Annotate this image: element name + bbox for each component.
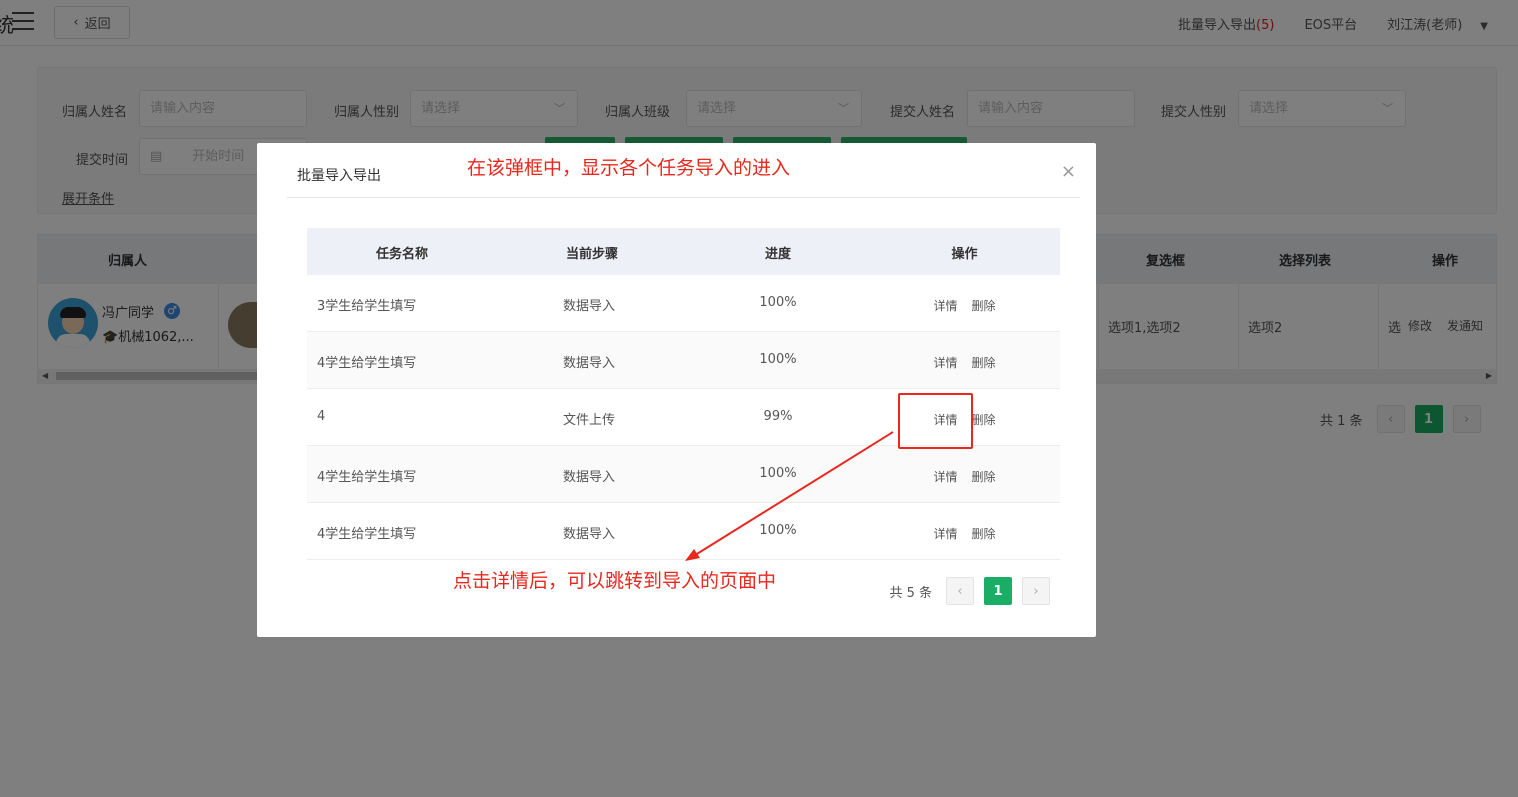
table-row: 4学生给学生填写 数据导入 100% 详情 删除: [307, 446, 1060, 503]
modal-pagination: 共 5 条 ‹ 1 ›: [889, 577, 1050, 605]
task-progress: 99%: [763, 409, 793, 424]
task-name: 4学生给学生填写: [317, 356, 417, 371]
detail-link[interactable]: 详情: [933, 297, 957, 314]
annotation-bottom: 点击详情后，可以跳转到导入的页面中: [453, 570, 777, 592]
detail-link[interactable]: 详情: [933, 468, 957, 485]
task-name: 3学生给学生填写: [317, 299, 417, 314]
task-step: 数据导入: [563, 299, 616, 314]
page-button[interactable]: 1: [984, 577, 1012, 605]
task-progress: 100%: [759, 466, 797, 481]
total-count: 共 5 条: [889, 585, 932, 601]
highlight-box: [898, 393, 973, 449]
task-progress: 100%: [759, 295, 797, 310]
delete-link[interactable]: 删除: [972, 297, 996, 314]
task-step: 数据导入: [563, 470, 616, 485]
col-current-step: 当前步骤: [565, 247, 618, 262]
task-progress: 100%: [759, 523, 797, 538]
delete-link[interactable]: 删除: [972, 354, 996, 371]
close-icon[interactable]: ×: [1061, 161, 1076, 182]
modal-title: 批量导入导出: [297, 168, 381, 184]
task-step: 文件上传: [563, 413, 616, 428]
col-operation: 操作: [951, 247, 978, 262]
task-table-header: 任务名称 当前步骤 进度 操作: [307, 228, 1060, 275]
divider: [287, 197, 1080, 198]
next-page-button[interactable]: ›: [1022, 577, 1050, 605]
detail-link[interactable]: 详情: [933, 525, 957, 542]
detail-link[interactable]: 详情: [933, 354, 957, 371]
task-progress: 100%: [759, 352, 797, 367]
prev-page-button[interactable]: ‹: [946, 577, 974, 605]
annotation-top: 在该弹框中，显示各个任务导入的进入: [467, 157, 791, 179]
table-row: 4学生给学生填写 数据导入 100% 详情 删除: [307, 332, 1060, 389]
table-row: 3学生给学生填写 数据导入 100% 详情 删除: [307, 275, 1060, 332]
task-step: 数据导入: [563, 356, 616, 371]
col-task-name: 任务名称: [375, 247, 428, 262]
task-name: 4学生给学生填写: [317, 527, 417, 542]
delete-link[interactable]: 删除: [972, 468, 996, 485]
task-step: 数据导入: [563, 527, 616, 542]
col-progress: 进度: [764, 247, 791, 262]
task-name: 4: [317, 409, 326, 424]
table-row: 4学生给学生填写 数据导入 100% 详情 删除: [307, 503, 1060, 560]
delete-link[interactable]: 删除: [972, 525, 996, 542]
batch-import-export-modal: 批量导入导出 × 在该弹框中，显示各个任务导入的进入 任务名称 当前步骤 进度 …: [257, 143, 1096, 637]
delete-link[interactable]: 删除: [972, 411, 996, 428]
task-name: 4学生给学生填写: [317, 470, 417, 485]
